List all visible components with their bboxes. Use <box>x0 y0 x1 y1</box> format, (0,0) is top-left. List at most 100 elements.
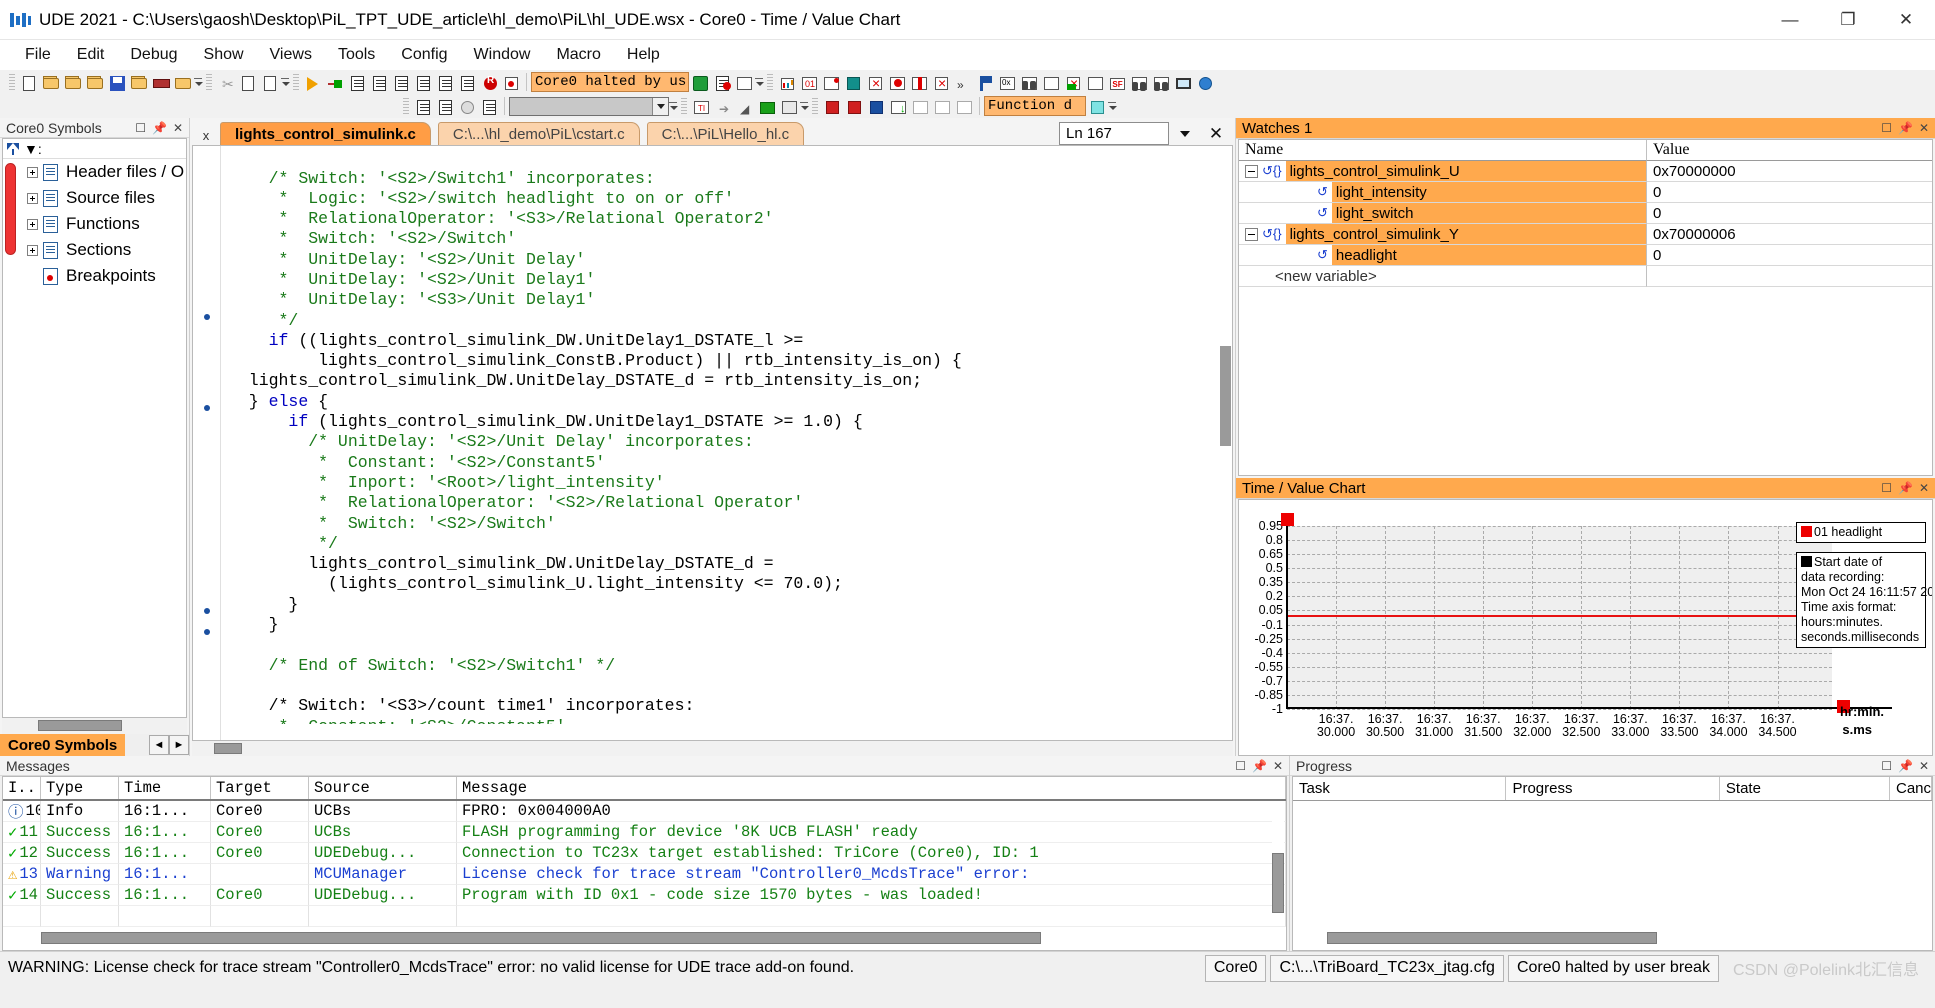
binoculars-icon[interactable] <box>1129 73 1149 92</box>
float-panel-icon[interactable]: ☐ <box>1881 121 1892 135</box>
cpu-window-icon[interactable] <box>777 73 797 92</box>
add-file-icon[interactable] <box>435 97 455 116</box>
ti-tool-icon[interactable]: TI <box>691 97 711 116</box>
pin-panel-icon[interactable]: 📌 <box>1898 121 1913 135</box>
add-source-icon[interactable] <box>413 97 433 116</box>
expand-icon[interactable] <box>27 245 38 256</box>
remove-breakpoints-icon[interactable] <box>712 73 732 92</box>
table-row[interactable]: ↺ light_intensity 0 <box>1239 182 1932 203</box>
editor-tab-hello-hl[interactable]: C:\...\PiL\Hello_hl.c <box>647 122 805 145</box>
trace-window-icon[interactable] <box>887 73 907 92</box>
progress-hscrollbar[interactable] <box>1307 932 1918 944</box>
menu-item-debug[interactable]: Debug <box>117 43 190 67</box>
print-icon[interactable] <box>151 73 171 92</box>
table-row[interactable]: ✓14 Success 16:1... Core0 UDEDebug... Pr… <box>3 885 1286 906</box>
table-row[interactable]: ✓12 Success 16:1... Core0 UDEDebug... Co… <box>3 843 1286 864</box>
source-code-text[interactable]: /* Switch: '<S2>/Switch1' incorporates: … <box>221 163 1232 724</box>
float-panel-icon[interactable]: ☐ <box>1881 481 1892 495</box>
watch-value[interactable]: 0 <box>1647 245 1932 266</box>
toolbar-grip-5[interactable] <box>403 98 409 115</box>
print-chart-icon[interactable] <box>779 97 799 116</box>
menu-item-window[interactable]: Window <box>461 43 544 67</box>
column-view-icon[interactable] <box>479 97 499 116</box>
toolbar-overflow-2[interactable] <box>281 73 290 91</box>
editor-hscroll-thumb[interactable] <box>214 743 242 754</box>
expand-icon[interactable] <box>27 219 38 230</box>
editor-tab-lights-control-simulink[interactable]: lights_control_simulink.c <box>220 122 431 145</box>
menu-item-macro[interactable]: Macro <box>543 43 613 67</box>
memory-window-icon[interactable]: 01 <box>799 73 819 92</box>
sidebar-tab-core0-symbols[interactable]: Core0 Symbols <box>0 734 125 756</box>
find-symbol-icon[interactable] <box>1019 73 1039 92</box>
close-panel-icon[interactable]: ✕ <box>1919 481 1929 495</box>
close-panel-icon[interactable]: ✕ <box>1273 759 1283 773</box>
menu-item-edit[interactable]: Edit <box>64 43 118 67</box>
table-row[interactable]: ⚠13 Warning 16:1... MCUManager License c… <box>3 864 1286 885</box>
sidebar-item-breakpoints[interactable]: Breakpoints <box>3 263 186 289</box>
toolbar-overflow-6[interactable] <box>1108 97 1117 115</box>
filter-icon[interactable] <box>7 143 20 155</box>
menu-item-help[interactable]: Help <box>614 43 673 67</box>
print-preview-icon[interactable] <box>173 73 193 92</box>
menu-item-views[interactable]: Views <box>257 43 325 67</box>
status-core[interactable]: Core0 <box>1205 955 1267 982</box>
expand-icon[interactable] <box>27 167 38 178</box>
inspect-icon[interactable] <box>1041 73 1061 92</box>
table-row[interactable]: ↺ light_switch 0 <box>1239 203 1932 224</box>
symbols-filter-row[interactable]: ▼: <box>3 139 186 159</box>
watch-settings-icon[interactable] <box>910 97 930 116</box>
messages-vscrollbar[interactable] <box>1272 803 1284 924</box>
progress-col-state[interactable]: State <box>1720 777 1890 800</box>
tree-scroll-indicator[interactable] <box>5 163 16 255</box>
open-file-icon[interactable] <box>41 73 61 92</box>
toolbar-overflow-1[interactable] <box>194 73 203 91</box>
run-icon[interactable] <box>303 73 323 92</box>
add-watch-icon[interactable] <box>822 97 842 116</box>
toolbar-grip[interactable] <box>9 74 15 91</box>
disassembly-icon[interactable]: 0x <box>997 73 1017 92</box>
reset-icon[interactable] <box>457 73 477 92</box>
sidebar-item-source-files[interactable]: Source files <box>3 185 186 211</box>
menu-item-tools[interactable]: Tools <box>325 43 388 67</box>
sidebar-hscrollbar[interactable] <box>2 718 187 734</box>
time-value-chart[interactable]: 0.95 0.8 0.65 0.5 0.35 0.2 0.05 -0.1 -0.… <box>1238 499 1933 756</box>
sidebar-tab-prev[interactable]: ◄ <box>149 735 169 755</box>
watch-clear-icon[interactable] <box>954 97 974 116</box>
watch-value[interactable]: 0 <box>1647 203 1932 224</box>
messages-col-type[interactable]: Type <box>41 777 119 799</box>
messages-table[interactable]: I.. Type Time Target Source Message ⓘ10 … <box>2 776 1287 951</box>
editor-vscroll-thumb[interactable] <box>1220 346 1231 446</box>
expand-icon[interactable] <box>27 193 38 204</box>
watch-value[interactable]: 0x70000006 <box>1647 224 1932 245</box>
float-panel-icon[interactable]: ☐ <box>1881 759 1892 773</box>
save-as-icon[interactable] <box>129 73 149 92</box>
call-stack-icon[interactable] <box>909 73 929 92</box>
measure-tool-icon[interactable]: ◢ <box>735 97 755 116</box>
float-panel-icon[interactable]: ☐ <box>135 121 146 135</box>
editor-tab-cstart[interactable]: C:\...\hl_demo\PiL\cstart.c <box>438 122 640 145</box>
messages-col-message[interactable]: Message <box>457 777 1286 799</box>
messages-hscrollbar[interactable] <box>11 932 1266 944</box>
messages-col-id[interactable]: I.. <box>3 777 41 799</box>
table-row[interactable]: ⓘ10 Info 16:1... Core0 UCBs FPRO: 0x0040… <box>3 801 1286 822</box>
symbols-tree[interactable]: ▼: Header files / O Source files Functio… <box>2 138 187 718</box>
toolbar-grip-6[interactable] <box>681 98 687 115</box>
menu-item-show[interactable]: Show <box>191 43 257 67</box>
pin-panel-icon[interactable]: 📌 <box>1252 759 1267 773</box>
symbol-window-icon[interactable] <box>843 73 863 92</box>
table-row[interactable]: ↺ headlight 0 <box>1239 245 1932 266</box>
run-to-cursor-icon[interactable] <box>435 73 455 92</box>
new-file-icon[interactable] <box>19 73 39 92</box>
watch-value[interactable]: 0x70000000 <box>1647 161 1932 182</box>
collapse-icon[interactable] <box>1245 165 1258 178</box>
sidebar-item-functions[interactable]: Functions <box>3 211 186 237</box>
step-into-icon[interactable] <box>369 73 389 92</box>
pin-panel-icon[interactable]: 📌 <box>1898 481 1913 495</box>
watch-window-icon[interactable] <box>865 73 885 92</box>
editor-hscrollbar[interactable] <box>192 741 1233 756</box>
status-target-state[interactable]: Core0 halted by user break <box>1508 955 1719 982</box>
zoom-icon[interactable] <box>1085 73 1105 92</box>
pointer-tool-icon[interactable]: ➔ <box>713 97 733 116</box>
clear-chart-icon[interactable] <box>1063 73 1083 92</box>
add-watch-2-icon[interactable] <box>844 97 864 116</box>
